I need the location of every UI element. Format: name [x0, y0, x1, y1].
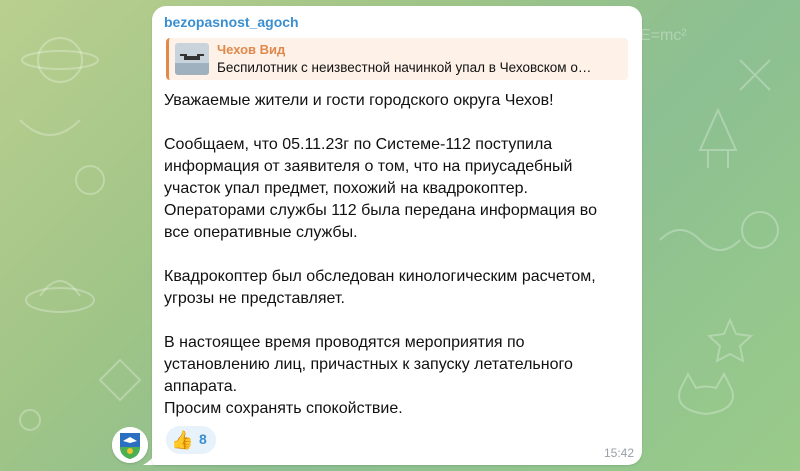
message-line: участок упал предмет, похожий на квадрок…	[164, 180, 528, 197]
formula-icon: E=mc²	[640, 27, 687, 44]
reply-thumbnail-drone-icon	[175, 43, 209, 75]
reply-preview[interactable]: Чехов Вид Беспилотник с неизвестной начи…	[166, 38, 628, 80]
message-line: В настоящее время проводятся мероприятия…	[164, 334, 525, 351]
cat-icon	[678, 371, 734, 416]
star-icon	[706, 317, 754, 363]
thumbs-up-icon: 👍	[171, 430, 194, 450]
reply-text: Беспилотник с неизвестной начинкой упал …	[217, 60, 592, 75]
reaction-button[interactable]: 👍 8	[166, 426, 216, 454]
channel-avatar[interactable]	[112, 427, 148, 463]
message-line: все оперативные службы.	[164, 224, 358, 241]
ufo-icon	[25, 287, 95, 313]
message-line: установлению лиц, причастных к запуску л…	[164, 356, 573, 373]
message-line: Операторами службы 112 была передана инф…	[164, 202, 597, 219]
rocket-icon	[698, 107, 738, 168]
message-line: Сообщаем, что 05.11.23г по Системе-112 п…	[164, 136, 553, 153]
message-line: угрозы не представляет.	[164, 290, 345, 307]
message-line: аппарата.	[164, 378, 238, 395]
message-line: Просим сохранять спокойствие.	[164, 400, 403, 417]
reaction-count: 8	[199, 431, 207, 447]
message-greeting: Уважаемые жители и гости городского окру…	[164, 92, 554, 109]
planet-icon	[37, 37, 83, 83]
reply-title: Чехов Вид	[217, 42, 286, 57]
message-time: 15:42	[603, 446, 634, 460]
message-line: Квадрокоптер был обследован кинологическ…	[164, 268, 596, 285]
channel-emblem-icon	[112, 427, 148, 463]
message-bubble[interactable]: bezopasnost_agoch Чехов Вид Беспилотник …	[152, 6, 642, 465]
channel-name[interactable]: bezopasnost_agoch	[164, 14, 299, 30]
message-line: информация от заявителя о том, что на пр…	[164, 158, 573, 175]
